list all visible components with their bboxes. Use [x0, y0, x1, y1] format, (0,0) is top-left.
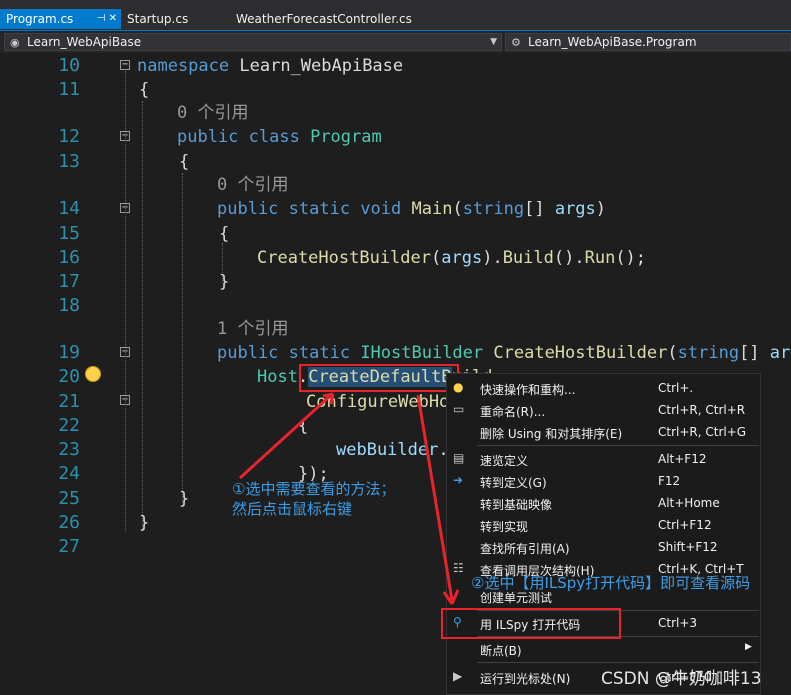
arrow-to-method [238, 394, 332, 480]
annotation-arrows [238, 392, 460, 605]
arrow-to-ilspy [416, 394, 454, 601]
watermark: CSDN @牛奶咖啡13 [601, 669, 762, 689]
